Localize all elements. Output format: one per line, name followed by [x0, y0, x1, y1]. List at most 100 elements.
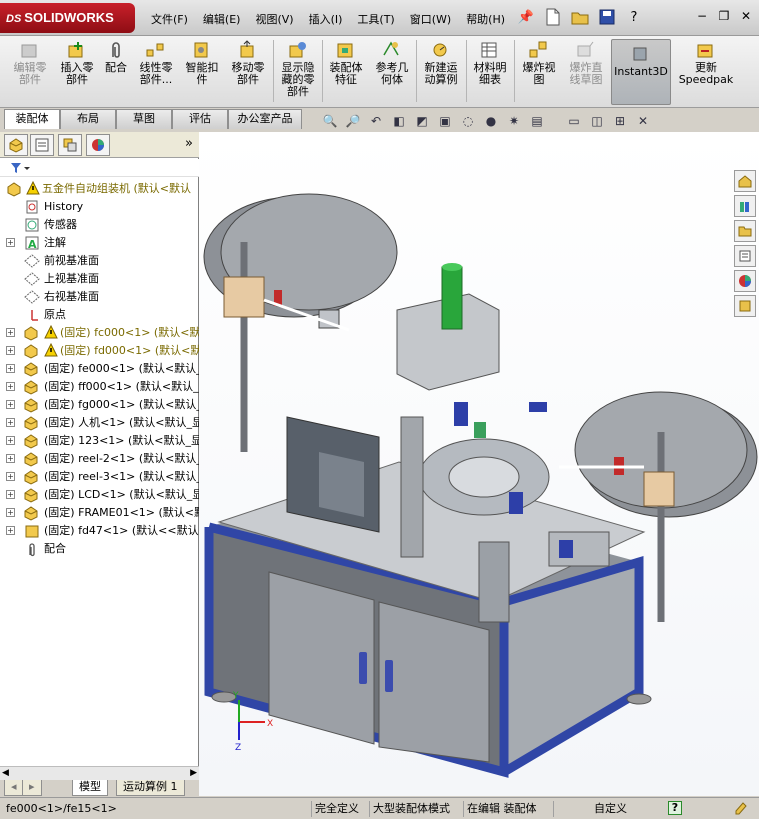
help-icon[interactable]: ?	[623, 6, 645, 28]
appearances-icon[interactable]	[734, 270, 756, 292]
viewport-split-icon[interactable]: ◫	[587, 111, 607, 131]
menu-tools[interactable]: 工具(T)	[351, 9, 400, 29]
expand-toggle-icon[interactable]: +	[6, 508, 15, 517]
menu-edit[interactable]: 编辑(E)	[197, 9, 247, 29]
tab-evaluate[interactable]: 评估	[172, 109, 228, 129]
configuration-manager-icon[interactable]	[58, 134, 82, 156]
instant3d-button[interactable]: Instant3D	[611, 39, 671, 105]
assembly-features-button[interactable]: 装配体 特征	[324, 38, 368, 104]
menu-view[interactable]: 视图(V)	[249, 9, 299, 29]
reference-geometry-button[interactable]: 参考几 何体	[370, 38, 414, 104]
rebuild-status-icon[interactable]	[734, 801, 748, 817]
view-settings-icon[interactable]: ▤	[527, 111, 547, 131]
tree-row[interactable]: 五金件自动组装机 (默认<默认	[0, 180, 199, 198]
save-icon[interactable]	[596, 6, 618, 28]
tree-row[interactable]: + (固定) reel-3<1> (默认<默认_	[0, 468, 199, 486]
tree-row[interactable]: + (固定) FRAME01<1> (默认<默	[0, 504, 199, 522]
zoom-to-fit-icon[interactable]: 🔍	[320, 111, 340, 131]
expand-toggle-icon[interactable]: +	[6, 400, 15, 409]
panel-expand-icon[interactable]: »	[185, 136, 193, 151]
expand-toggle-icon[interactable]: +	[6, 526, 15, 535]
update-speedpak-button[interactable]: 更新 Speedpak	[676, 38, 736, 104]
mate-button[interactable]: 配合	[100, 38, 132, 104]
solidworks-logo[interactable]: DS SOLIDWORKS	[0, 3, 135, 33]
graphics-area[interactable]: X Y Z	[199, 132, 759, 796]
file-explorer-icon[interactable]	[734, 220, 756, 242]
minimize-icon[interactable]: −	[693, 6, 711, 26]
menu-file[interactable]: 文件(F)	[145, 9, 194, 29]
linear-pattern-button[interactable]: 线性零 部件...	[134, 38, 178, 104]
menu-insert[interactable]: 插入(I)	[303, 9, 349, 29]
tab-model[interactable]: 模型	[72, 780, 108, 796]
tree-row[interactable]: + A 注解	[0, 234, 199, 252]
viewport-quad-icon[interactable]: ⊞	[610, 111, 630, 131]
menu-help[interactable]: 帮助(H)	[460, 9, 511, 29]
section-view-icon[interactable]: ◧	[389, 111, 409, 131]
expand-toggle-icon[interactable]: +	[6, 436, 15, 445]
expand-toggle-icon[interactable]: +	[6, 346, 15, 355]
edit-component-button[interactable]: 编辑零 部件	[6, 38, 54, 104]
property-manager-icon[interactable]	[30, 134, 54, 156]
bill-of-materials-button[interactable]: 材料明 细表	[468, 38, 512, 104]
tree-row[interactable]: 右视基准面	[0, 288, 199, 306]
expand-toggle-icon[interactable]: +	[6, 328, 15, 337]
restore-icon[interactable]: ❐	[715, 6, 733, 26]
viewport-single-icon[interactable]: ▭	[564, 111, 584, 131]
search-icon[interactable]	[734, 245, 756, 267]
custom-properties-icon[interactable]	[734, 295, 756, 317]
expand-toggle-icon[interactable]: +	[6, 364, 15, 373]
tab-layout[interactable]: 布局	[60, 109, 116, 129]
display-manager-icon[interactable]	[86, 134, 110, 156]
home-icon[interactable]	[734, 170, 756, 192]
zoom-to-area-icon[interactable]: 🔎	[343, 111, 363, 131]
expand-toggle-icon[interactable]: +	[6, 472, 15, 481]
tree-filter[interactable]	[0, 159, 199, 177]
filter-icon[interactable]	[10, 162, 30, 174]
close-icon[interactable]: ✕	[737, 6, 755, 26]
explode-line-sketch-button[interactable]: 爆炸直 线草图	[563, 38, 609, 104]
tree-row[interactable]: + (固定) fc000<1> (默认<默	[0, 324, 199, 342]
tree-row[interactable]: + (固定) LCD<1> (默认<默认_显	[0, 486, 199, 504]
tab-motion-study[interactable]: 运动算例 1	[116, 780, 185, 796]
help-status-icon[interactable]: ?	[668, 801, 682, 815]
close-viewport-icon[interactable]: ✕	[633, 111, 653, 131]
previous-view-icon[interactable]: ↶	[366, 111, 386, 131]
tree-row[interactable]: + (固定) 123<1> (默认<默认_显	[0, 432, 199, 450]
tree-row[interactable]: + (固定) 人机<1> (默认<默认_显	[0, 414, 199, 432]
tree-row[interactable]: + (固定) fe000<1> (默认<默认_	[0, 360, 199, 378]
tree-row[interactable]: + (固定) fd000<1> (默认<默	[0, 342, 199, 360]
expand-toggle-icon[interactable]: +	[6, 382, 15, 391]
expand-toggle-icon[interactable]: +	[6, 490, 15, 499]
apply-scene-icon[interactable]: ✷	[504, 111, 524, 131]
status-units[interactable]: 自定义	[594, 801, 627, 817]
scroll-tab-right-icon[interactable]: ▸	[22, 780, 42, 796]
scroll-tab-left-icon[interactable]: ◂	[4, 780, 24, 796]
open-folder-icon[interactable]	[569, 6, 591, 28]
design-library-icon[interactable]	[734, 195, 756, 217]
tree-row[interactable]: 前视基准面	[0, 252, 199, 270]
assembly-model-view[interactable]: X Y Z	[199, 132, 759, 796]
feature-manager-icon[interactable]	[4, 134, 28, 156]
tree-row[interactable]: 上视基准面	[0, 270, 199, 288]
expand-toggle-icon[interactable]: +	[6, 238, 15, 247]
new-document-icon[interactable]	[542, 6, 564, 28]
tab-sketch[interactable]: 草图	[116, 109, 172, 129]
smart-fasteners-button[interactable]: 智能扣 件	[180, 38, 224, 104]
edit-appearance-icon[interactable]: ●	[481, 111, 501, 131]
pin-icon[interactable]: 📌	[515, 6, 537, 28]
tree-row[interactable]: + (固定) ff000<1> (默认<默认_	[0, 378, 199, 396]
exploded-view-button[interactable]: 爆炸视 图	[516, 38, 562, 104]
tree-row[interactable]: 原点	[0, 306, 199, 324]
tree-row[interactable]: + (固定) reel-2<1> (默认<默认_	[0, 450, 199, 468]
expand-toggle-icon[interactable]: +	[6, 454, 15, 463]
tree-row[interactable]: 配合	[0, 540, 199, 558]
tab-office-products[interactable]: 办公室产品	[228, 109, 302, 129]
insert-components-button[interactable]: 插入零 部件	[54, 38, 100, 104]
tree-row[interactable]: + (固定) fg000<1> (默认<默认_	[0, 396, 199, 414]
move-component-button[interactable]: 移动零 部件	[226, 38, 270, 104]
tab-assembly[interactable]: 装配体	[4, 109, 60, 129]
expand-toggle-icon[interactable]: +	[6, 418, 15, 427]
tree-row[interactable]: 传感器	[0, 216, 199, 234]
view-orientation-icon[interactable]: ◩	[412, 111, 432, 131]
new-motion-study-button[interactable]: 新建运 动算例	[418, 38, 464, 104]
